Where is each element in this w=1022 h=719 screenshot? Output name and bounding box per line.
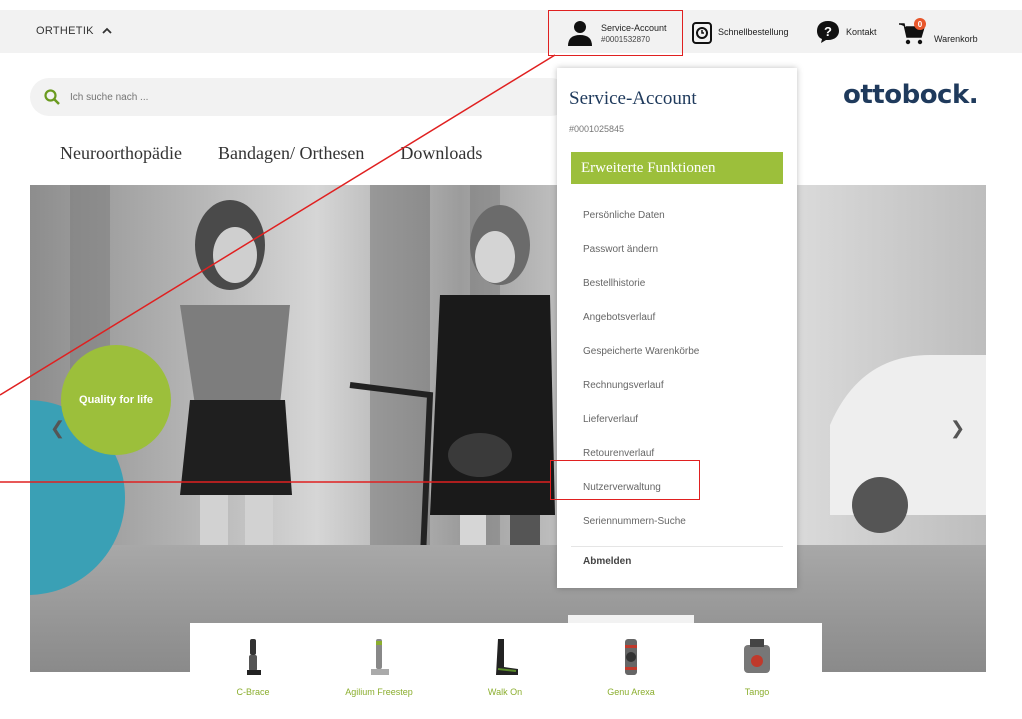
agilium-freestep-icon <box>371 639 389 675</box>
dropdown-account-number: #0001025845 <box>569 124 625 134</box>
logout-button[interactable]: Abmelden <box>583 556 631 567</box>
brand-menu[interactable]: ORTHETIK <box>36 25 112 37</box>
nav-item-bandagen[interactable]: Bandagen/ Orthesen <box>218 143 364 164</box>
nav-item-neuroorthopaedie[interactable]: Neuroorthopädie <box>60 143 182 164</box>
service-account-label: Service-Account <box>601 22 667 33</box>
hero-banner: Quality for life ❮ ❯ <box>30 185 986 672</box>
help-icon: ? <box>817 21 839 43</box>
product-label: C-Brace <box>236 687 270 697</box>
product-strip: C-Brace Agilium Freestep Walk On Genu Ar… <box>190 615 822 719</box>
service-account-number: #0001532870 <box>601 34 650 44</box>
menu-item-persoenliche-daten[interactable]: Persönliche Daten <box>571 198 783 232</box>
menu-item-rechnungsverlauf[interactable]: Rechnungsverlauf <box>571 368 783 402</box>
brand-menu-label: ORTHETIK <box>36 25 94 37</box>
search-input[interactable] <box>70 91 490 103</box>
menu-item-seriennummern-suche[interactable]: Seriennummern-Suche <box>571 504 783 538</box>
nav-item-downloads[interactable]: Downloads <box>400 143 482 164</box>
quality-badge: Quality for life <box>61 345 171 455</box>
product-agilium-freestep[interactable]: Agilium Freestep <box>316 623 442 719</box>
cart-label: Warenkorb <box>934 34 978 44</box>
menu-item-bestellhistorie[interactable]: Bestellhistorie <box>571 266 783 300</box>
dropdown-divider <box>571 546 783 547</box>
product-label: Walk On <box>487 687 523 697</box>
service-account-button[interactable]: Service-Account #0001532870 <box>548 10 683 56</box>
quick-order-button[interactable]: Schnellbestellung <box>692 20 789 44</box>
chevron-up-icon <box>102 27 112 34</box>
quality-badge-text: Quality for life <box>79 394 153 406</box>
menu-item-gespeicherte-warenkoerbe[interactable]: Gespeicherte Warenkörbe <box>571 334 783 368</box>
cart-count: 0 <box>918 20 923 29</box>
chevron-left-icon[interactable]: ❮ <box>50 418 65 439</box>
product-label: Tango <box>744 687 770 697</box>
tango-icon <box>744 639 770 673</box>
extended-functions-button[interactable]: Erweiterte Funktionen <box>571 152 783 184</box>
ottobock-logo[interactable]: ottobock. <box>843 80 979 110</box>
menu-item-angebotsverlauf[interactable]: Angebotsverlauf <box>571 300 783 334</box>
product-label: Genu Arexa <box>607 687 655 697</box>
menu-item-passwort-aendern[interactable]: Passwort ändern <box>571 232 783 266</box>
genu-arexa-icon <box>625 639 637 675</box>
dropdown-title: Service-Account <box>569 88 697 109</box>
cart-button[interactable]: 0 Warenkorb <box>898 18 978 46</box>
product-label: Agilium Freestep <box>345 687 413 697</box>
product-genu-arexa[interactable]: Genu Arexa <box>568 615 694 719</box>
contact-button[interactable]: ? Kontakt <box>816 20 877 44</box>
product-tango[interactable]: Tango <box>694 623 820 719</box>
cart-icon: 0 <box>899 18 926 45</box>
product-walk-on[interactable]: Walk On <box>442 623 568 719</box>
user-icon <box>568 21 592 46</box>
quick-order-label: Schnellbestellung <box>718 27 789 37</box>
contact-label: Kontakt <box>846 27 877 37</box>
search-bar[interactable] <box>30 78 570 116</box>
product-c-brace[interactable]: C-Brace <box>190 623 316 719</box>
menu-item-lieferverlauf[interactable]: Lieferverlauf <box>571 402 783 436</box>
svg-text:?: ? <box>824 24 832 39</box>
main-nav: Neuroorthopädie Bandagen/ Orthesen Downl… <box>60 143 482 164</box>
search-icon[interactable] <box>44 89 60 105</box>
walk-on-icon <box>496 639 518 675</box>
chevron-right-icon[interactable]: ❯ <box>950 418 965 439</box>
stopwatch-icon <box>692 22 712 44</box>
service-account-dropdown: Service-Account #0001025845 Erweiterte F… <box>557 68 797 588</box>
c-brace-icon <box>247 639 261 675</box>
annotation-highlight-box <box>550 460 700 500</box>
